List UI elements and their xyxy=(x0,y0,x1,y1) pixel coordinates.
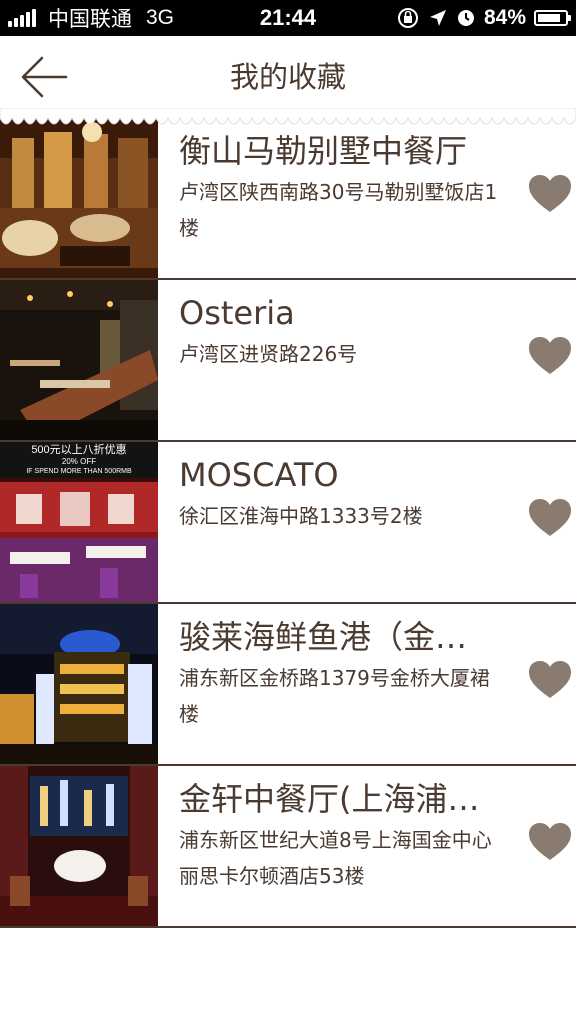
list-item[interactable]: 骏莱海鲜鱼港（金… 浦东新区金桥路1379号金桥大厦裙楼 xyxy=(0,604,576,766)
heart-icon[interactable] xyxy=(528,822,572,862)
restaurant-photo xyxy=(0,280,158,440)
restaurant-address: 徐汇区淮海中路1333号2楼 xyxy=(179,504,423,528)
page-title: 我的收藏 xyxy=(229,60,346,94)
restaurant-address: 浦东新区世纪大道8号上海国金中心丽思卡尔顿酒店53楼 xyxy=(179,828,492,888)
location-icon xyxy=(429,10,446,26)
list-item[interactable]: 衡山马勒别墅中餐厅 卢湾区陕西南路30号马勒别墅饭店1楼 xyxy=(0,118,576,280)
promo-line-3: IF SPEND MORE THAN 500RMB xyxy=(26,468,132,475)
promo-banner: 500元以上八折优惠 20% OFF IF SPEND MORE THAN 50… xyxy=(0,442,158,482)
restaurant-address: 卢湾区陕西南路30号马勒别墅饭店1楼 xyxy=(179,180,498,240)
battery-percent: 84% xyxy=(483,6,526,29)
restaurant-address: 卢湾区进贤路226号 xyxy=(179,342,358,366)
restaurant-name: 衡山马勒别墅中餐厅 xyxy=(179,132,468,170)
list-item[interactable]: 500元以上八折优惠 20% OFF IF SPEND MORE THAN 50… xyxy=(0,442,576,604)
nav-header: 我的收藏 xyxy=(0,36,576,118)
restaurant-address: 浦东新区金桥路1379号金桥大厦裙楼 xyxy=(179,666,490,726)
scallop-divider xyxy=(0,108,576,125)
favorites-list: 衡山马勒别墅中餐厅 卢湾区陕西南路30号马勒别墅饭店1楼 Osteria 卢湾区… xyxy=(0,118,576,928)
alarm-icon xyxy=(457,10,474,26)
rotation-lock-icon xyxy=(397,8,418,28)
heart-icon[interactable] xyxy=(528,498,572,538)
restaurant-photo xyxy=(0,766,158,926)
restaurant-name: Osteria xyxy=(179,294,295,332)
restaurant-name: MOSCATO xyxy=(179,456,339,494)
heart-icon[interactable] xyxy=(528,336,572,376)
heart-icon[interactable] xyxy=(528,174,572,214)
promo-line-1: 500元以上八折优惠 xyxy=(31,444,127,456)
restaurant-photo xyxy=(0,604,158,764)
heart-icon[interactable] xyxy=(528,660,572,700)
battery-icon xyxy=(534,10,571,26)
restaurant-name: 金轩中餐厅(上海浦… xyxy=(179,780,480,818)
status-bar: 中国联通 3G 21:44 84% xyxy=(0,0,576,36)
restaurant-photo xyxy=(0,118,158,278)
list-item[interactable]: 金轩中餐厅(上海浦… 浦东新区世纪大道8号上海国金中心丽思卡尔顿酒店53楼 xyxy=(0,766,576,928)
restaurant-name: 骏莱海鲜鱼港（金… xyxy=(179,618,468,656)
promo-line-2: 20% OFF xyxy=(61,457,97,466)
list-item[interactable]: Osteria 卢湾区进贤路226号 xyxy=(0,280,576,442)
